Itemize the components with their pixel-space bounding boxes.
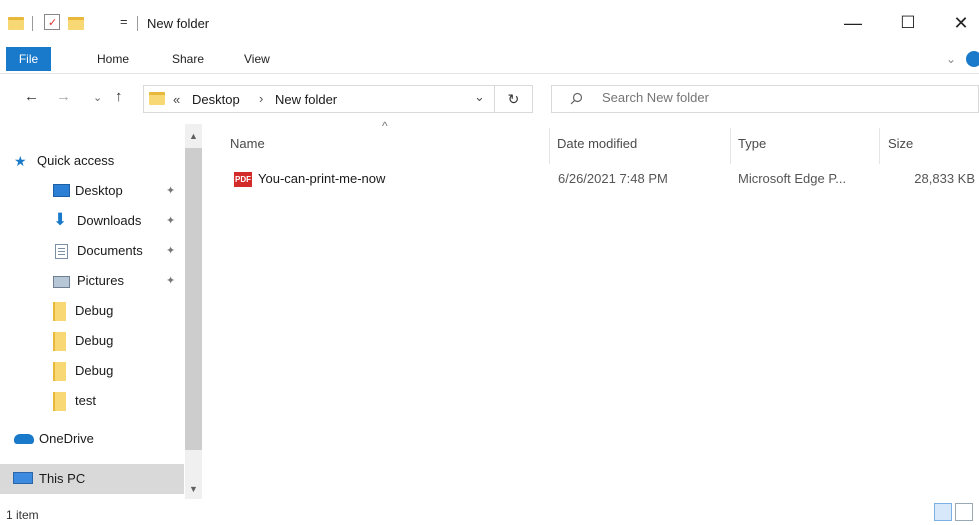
address-dropdown[interactable]: ⌄ xyxy=(474,89,485,105)
pictures-icon xyxy=(53,276,70,288)
item-count: 1 item xyxy=(6,508,39,522)
help-icon[interactable] xyxy=(966,51,979,67)
folder-icon xyxy=(8,17,24,30)
expand-ribbon-icon[interactable]: ⌄ xyxy=(946,47,956,71)
documents-icon xyxy=(55,244,68,259)
sidebar-item-label: Documents xyxy=(77,243,143,258)
sidebar-item-label: Quick access xyxy=(37,153,115,168)
sort-indicator: ^ xyxy=(382,119,388,133)
tab-share[interactable]: Share xyxy=(172,47,204,71)
up-button[interactable]: ↑ xyxy=(115,88,123,105)
sidebar-item-debug[interactable]: Debug xyxy=(0,356,184,386)
sidebar-item-label: Downloads xyxy=(77,213,142,228)
download-icon: ⬇ xyxy=(53,210,68,229)
tab-home[interactable]: Home xyxy=(97,47,129,71)
sidebar-item-label: Debug xyxy=(75,303,114,318)
star-icon: ★ xyxy=(14,153,27,169)
search-input[interactable] xyxy=(602,90,902,105)
sidebar-item-label: This PC xyxy=(39,471,86,486)
file-list: ^ Name Date modified Type Size PDF You-c… xyxy=(202,119,979,499)
address-bar[interactable]: « Desktop › New folder ⌄ xyxy=(143,85,495,113)
sidebar-scrollbar[interactable]: ▲ ▼ xyxy=(185,124,202,499)
divider xyxy=(137,16,138,31)
pin-icon[interactable]: ✦ xyxy=(166,236,175,266)
pin-icon[interactable]: ✦ xyxy=(166,206,175,236)
ribbon-divider xyxy=(0,73,979,74)
maximize-button[interactable]: ☐ xyxy=(893,10,923,36)
scroll-down-arrow[interactable]: ▼ xyxy=(189,484,198,494)
desktop-icon xyxy=(53,184,70,197)
refresh-button[interactable]: ↻ xyxy=(495,85,533,113)
divider xyxy=(32,16,33,31)
large-icons-view-icon[interactable] xyxy=(955,503,973,521)
back-button[interactable]: ← xyxy=(24,88,39,105)
breadcrumb-overflow[interactable]: « xyxy=(173,92,180,107)
details-view-icon[interactable] xyxy=(934,503,952,521)
file-name[interactable]: You-can-print-me-now xyxy=(258,171,385,186)
sidebar-item-debug[interactable]: Debug xyxy=(0,326,184,356)
sidebar-item-debug[interactable]: Debug xyxy=(0,296,184,326)
forward-button[interactable]: → xyxy=(56,88,71,105)
sidebar-item-this-pc[interactable]: This PC xyxy=(0,464,184,494)
column-header-date-modified[interactable]: Date modified xyxy=(557,136,637,151)
sidebar-item-label: test xyxy=(75,393,96,408)
sidebar-item-onedrive[interactable]: OneDrive xyxy=(0,424,184,454)
sidebar-item-documents[interactable]: Documents ✦ xyxy=(0,236,184,266)
sidebar-item-pictures[interactable]: Pictures ✦ xyxy=(0,266,184,296)
quick-access-toolbar-dropdown[interactable]: = xyxy=(120,14,128,29)
sidebar-item-downloads[interactable]: ⬇ Downloads ✦ xyxy=(0,206,184,236)
file-row[interactable]: PDF You-can-print-me-now 6/26/2021 7:48 … xyxy=(224,166,975,192)
minimize-button[interactable]: — xyxy=(838,10,868,36)
computer-icon xyxy=(13,472,33,484)
file-date-modified: 6/26/2021 7:48 PM xyxy=(558,171,668,186)
scroll-thumb[interactable] xyxy=(185,148,202,450)
recent-locations-dropdown[interactable]: ⌄ xyxy=(93,91,102,104)
tab-file[interactable]: File xyxy=(6,47,51,71)
search-box[interactable] xyxy=(551,85,979,113)
window-title: New folder xyxy=(147,16,210,31)
pin-icon[interactable]: ✦ xyxy=(166,176,175,206)
sidebar-item-label: Debug xyxy=(75,333,114,348)
sidebar-item-test[interactable]: test xyxy=(0,386,184,416)
sidebar-item-label: OneDrive xyxy=(39,431,94,446)
navigation-pane: ★ Quick access Desktop ✦ ⬇ Downloads ✦ D… xyxy=(0,124,202,499)
cloud-icon xyxy=(14,434,34,444)
search-icon xyxy=(570,92,583,108)
scroll-up-arrow[interactable]: ▲ xyxy=(189,131,198,141)
title-bar: ✓ = New folder — ☐ ✕ xyxy=(0,0,979,44)
breadcrumb-separator[interactable]: › xyxy=(259,91,263,106)
column-divider[interactable] xyxy=(549,128,550,164)
column-header-type[interactable]: Type xyxy=(738,136,766,151)
file-type: Microsoft Edge P... xyxy=(738,171,847,186)
sidebar-item-quick-access[interactable]: ★ Quick access xyxy=(0,146,184,176)
breadcrumb-new-folder[interactable]: New folder xyxy=(275,92,337,107)
close-button[interactable]: ✕ xyxy=(946,10,976,36)
pin-icon[interactable]: ✦ xyxy=(166,266,175,296)
sidebar-item-label: Desktop xyxy=(75,183,123,198)
folder-icon xyxy=(53,332,66,351)
file-size: 28,833 KB xyxy=(914,171,975,186)
column-divider[interactable] xyxy=(730,128,731,164)
sidebar-item-label: Debug xyxy=(75,363,114,378)
column-header-size[interactable]: Size xyxy=(888,136,913,151)
breadcrumb-desktop[interactable]: Desktop xyxy=(192,92,240,107)
folder-icon xyxy=(53,392,66,411)
status-bar: 1 item xyxy=(0,499,979,525)
sidebar-item-label: Pictures xyxy=(77,273,124,288)
properties-icon[interactable]: ✓ xyxy=(44,14,60,30)
pdf-icon: PDF xyxy=(234,172,252,187)
column-divider[interactable] xyxy=(879,128,880,164)
sidebar-item-desktop[interactable]: Desktop ✦ xyxy=(0,176,184,206)
tab-view[interactable]: View xyxy=(244,47,270,71)
folder-icon xyxy=(53,362,66,381)
folder-icon xyxy=(53,302,66,321)
new-folder-icon[interactable] xyxy=(68,17,84,30)
column-header-name[interactable]: Name xyxy=(230,136,265,151)
ribbon-tabs: File Home Share View ⌄ xyxy=(0,47,979,71)
folder-icon xyxy=(149,92,165,105)
